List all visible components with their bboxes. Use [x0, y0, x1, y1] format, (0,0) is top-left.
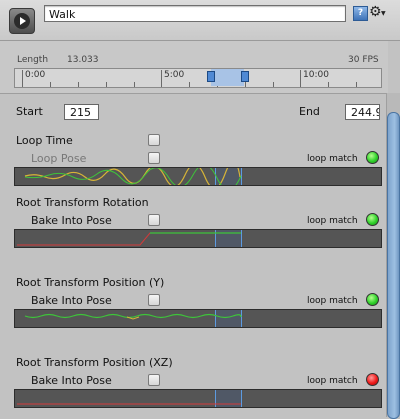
- root-rotation-bake-checkbox[interactable]: [148, 214, 160, 226]
- scrollbar-thumb[interactable]: [387, 112, 400, 419]
- root-position-xz-bake-label: Bake Into Pose: [31, 374, 112, 387]
- clip-name-field[interactable]: Walk: [44, 5, 346, 22]
- root-position-xz-bake-checkbox[interactable]: [148, 374, 160, 386]
- root-rotation-match-label: loop match: [307, 216, 358, 226]
- loop-time-curve: [14, 167, 382, 186]
- root-position-xz-curve: [14, 389, 382, 408]
- loop-time-checkbox[interactable]: [148, 134, 160, 146]
- tick-label: 0:00: [25, 70, 46, 80]
- root-position-y-bake-checkbox[interactable]: [148, 294, 160, 306]
- root-rotation-match-indicator: [366, 213, 379, 226]
- length-value: 13.033: [67, 55, 99, 65]
- end-marker[interactable]: [241, 71, 249, 82]
- tick-label: 5:00: [164, 70, 185, 80]
- help-icon[interactable]: ?: [353, 6, 368, 21]
- root-position-xz-match-label: loop match: [307, 376, 358, 386]
- loop-pose-label: Loop Pose: [31, 152, 87, 165]
- loop-match-label: loop match: [307, 154, 358, 164]
- end-label: End: [299, 105, 320, 118]
- root-rotation-title: Root Transform Rotation: [16, 196, 149, 209]
- start-label: Start: [16, 105, 43, 118]
- end-field[interactable]: 244.9: [345, 104, 380, 120]
- root-position-y-match-label: loop match: [307, 296, 358, 306]
- play-icon[interactable]: [9, 8, 35, 34]
- loop-match-indicator: [366, 151, 379, 164]
- fps-label: 30 FPS: [348, 55, 379, 65]
- selected-range: [211, 69, 244, 86]
- root-position-y-match-indicator: [366, 293, 379, 306]
- root-rotation-bake-label: Bake Into Pose: [31, 214, 112, 227]
- root-rotation-curve: [14, 229, 382, 248]
- root-position-xz-title: Root Transform Position (XZ): [16, 356, 173, 369]
- start-marker[interactable]: [207, 71, 215, 82]
- start-field[interactable]: 215: [64, 104, 99, 120]
- root-position-y-bake-label: Bake Into Pose: [31, 294, 112, 307]
- loop-time-label: Loop Time: [16, 134, 73, 147]
- inspector-header: Walk ? ⚙ ▼: [0, 0, 400, 41]
- tick-label: 10:00: [303, 70, 329, 80]
- length-label: Length: [17, 55, 49, 65]
- root-position-xz-match-indicator: [366, 373, 379, 386]
- root-position-y-curve: [14, 309, 382, 328]
- root-position-y-title: Root Transform Position (Y): [16, 276, 165, 289]
- loop-pose-checkbox[interactable]: [148, 152, 160, 164]
- gear-icon[interactable]: ⚙ ▼: [369, 3, 387, 21]
- timeline-ruler[interactable]: 0:00 5:00 10:00: [14, 68, 382, 88]
